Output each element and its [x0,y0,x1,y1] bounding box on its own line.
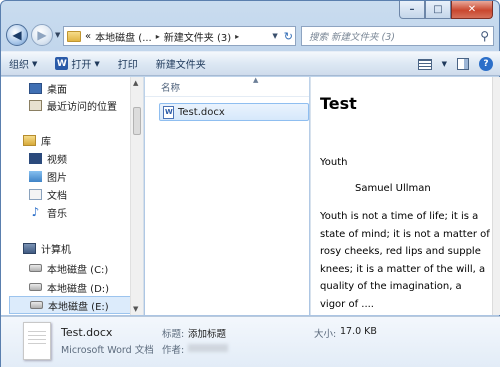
refresh-icon[interactable]: ↻ [284,30,293,43]
sidebar-item-disk-e[interactable]: 本地磁盘 (E:) [9,296,131,314]
redacted-author [188,343,228,352]
sidebar-item-label: 视频 [47,154,67,166]
maximize-button[interactable]: □ [425,1,451,19]
breadcrumb-separator[interactable]: ▸ [156,32,160,41]
desktop-icon [29,82,42,94]
column-header-name[interactable]: ▲ 名称 [145,76,309,97]
sidebar-item-label: 图片 [47,172,67,184]
address-bar[interactable]: « 本地磁盘 (... ▸ 新建文件夹 (3) ▸ ▼ ↻ [63,26,296,46]
details-author-label: 作者: [162,345,185,356]
library-icon [23,134,36,146]
address-row: ◀ ▶ ▼ « 本地磁盘 (... ▸ 新建文件夹 (3) ▸ ▼ ↻ 搜索 新… [1,22,500,50]
sidebar-item-label: 桌面 [47,84,67,96]
navigation-pane: 桌面 最近访问的位置 库 视频 图片 文档 ♪ 音乐 计算机 本地磁盘 (C:)… [1,77,144,315]
preview-subtitle: Youth [320,157,348,168]
new-folder-button[interactable]: 新建文件夹 [156,56,206,71]
word-icon: W [55,57,69,70]
preview-pane-icon[interactable] [457,58,469,70]
details-file-name: Test.docx [61,326,113,339]
sidebar-item-label: 本地磁盘 (E:) [48,301,109,313]
preview-author: Samuel Ullman [355,183,431,194]
disk-icon [29,283,42,291]
breadcrumb-local-disk[interactable]: 本地磁盘 (... [95,29,152,44]
sidebar-item-label: 音乐 [47,208,67,220]
file-name: Test.docx [178,106,225,118]
scrollbar-thumb[interactable] [133,107,141,135]
preview-body: Youth is not a time of life; it is a sta… [320,211,490,310]
details-title-value[interactable]: 添加标题 [188,326,226,340]
music-icon: ♪ [31,204,40,219]
caption-buttons: – □ ✕ [399,1,493,19]
breadcrumb-overflow[interactable]: « [85,31,91,42]
scroll-up-icon[interactable]: ▲ [133,79,138,87]
preview-scrollbar[interactable] [492,77,500,315]
breadcrumb-new-folder[interactable]: 新建文件夹 (3) [164,29,231,44]
recent-pages-dropdown[interactable]: ▼ [55,31,60,39]
pictures-icon [29,170,42,182]
details-size-label: 大小: [314,329,337,340]
open-label: 打开 [71,60,92,71]
sidebar-item-label: 库 [41,136,51,148]
details-size-value: 17.0 KB [340,326,377,337]
list-item[interactable]: Test.docx [159,103,309,121]
sidebar-item-label: 计算机 [41,244,71,256]
disk-icon [30,301,43,309]
view-options-chevron-icon[interactable]: ▼ [442,60,447,68]
organize-label: 组织 [9,60,29,71]
sort-ascending-icon: ▲ [253,76,259,84]
sidebar-item-label: 文档 [47,190,67,202]
address-history-dropdown[interactable]: ▼ [272,32,277,40]
print-label: 打印 [117,60,138,71]
chevron-down-icon: ▼ [32,59,38,68]
change-view-icon[interactable] [417,58,432,70]
close-button[interactable]: ✕ [451,1,493,19]
help-icon[interactable]: ? [479,57,493,71]
disk-icon [29,264,42,272]
new-folder-label: 新建文件夹 [155,60,206,71]
preview-title: Test [320,94,357,113]
chevron-down-icon: ▼ [94,59,100,68]
scroll-down-icon[interactable]: ▼ [133,305,138,313]
document-thumbnail [23,322,51,360]
details-author-value[interactable] [188,342,228,353]
back-button[interactable]: ◀ [6,24,28,46]
breadcrumb-separator[interactable]: ▸ [235,32,239,41]
organize-button[interactable]: 组织 ▼ [9,56,38,72]
details-pane: Test.docx Microsoft Word 文档 标题: 添加标题 作者:… [1,316,500,367]
word-doc-icon [163,105,174,119]
sidebar-item-label: 本地磁盘 (C:) [47,264,109,276]
search-input[interactable]: 搜索 新建文件夹 (3) ⚲ [301,26,494,46]
details-title-label: 标题: [162,329,185,340]
explorer-window: – □ ✕ ◀ ▶ ▼ « 本地磁盘 (... ▸ 新建文件夹 (3) ▸ ▼ … [0,0,500,367]
open-button[interactable]: W 打开 ▼ [55,56,100,71]
file-list: ▲ 名称 Test.docx [145,76,309,315]
command-bar: 组织 ▼ W 打开 ▼ 打印 新建文件夹 ▼ ? [1,51,500,76]
video-icon [29,152,42,164]
print-button[interactable]: 打印 [118,56,138,71]
sidebar-item-label: 本地磁盘 (D:) [47,283,110,295]
computer-icon [23,242,36,254]
recent-places-icon [29,99,42,111]
search-placeholder: 搜索 新建文件夹 (3) [309,32,395,43]
sidebar-item-label: 最近访问的位置 [47,101,117,113]
forward-button[interactable]: ▶ [31,24,53,46]
preview-pane: Test Youth Samuel Ullman Youth is not a … [310,77,492,315]
minimize-button[interactable]: – [399,1,425,19]
details-file-type: Microsoft Word 文档 [61,345,154,356]
documents-icon [29,188,42,200]
folder-icon [67,30,81,42]
navigation-scrollbar[interactable]: ▲ ▼ [130,77,143,315]
column-label: 名称 [161,82,181,94]
search-icon[interactable]: ⚲ [480,29,489,43]
